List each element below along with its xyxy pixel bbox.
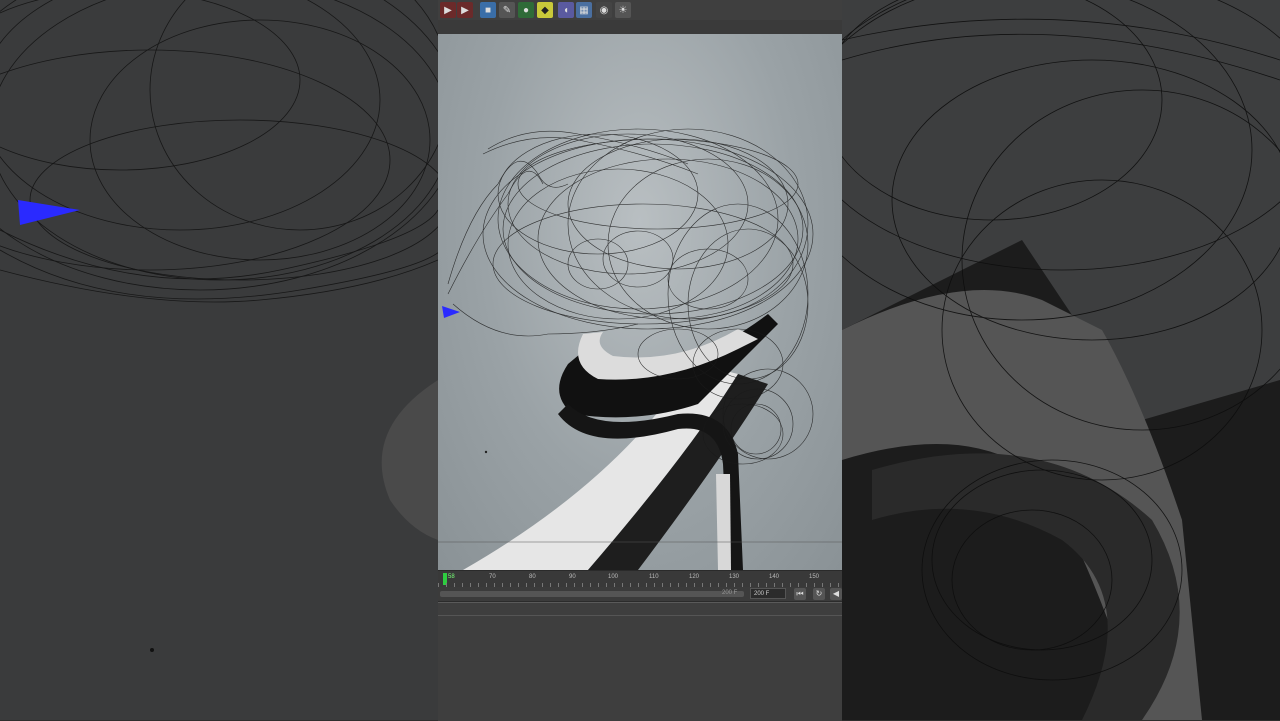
tick-label: 120 [689, 574, 700, 580]
pen-icon[interactable]: ✎ [499, 2, 515, 18]
floor-icon[interactable]: ▦ [576, 2, 592, 18]
frame-range-slider[interactable] [440, 591, 744, 597]
tick-label: 100 [608, 574, 619, 580]
playback-controls: 200 F 200 F ⏮ ↻ ◀ [438, 587, 842, 602]
tick-label: 130 [729, 574, 740, 580]
3d-viewport[interactable] [438, 34, 842, 570]
background-right-blur [842, 0, 1280, 720]
toolbar-separator [438, 20, 842, 35]
current-frame-label: 58 [448, 574, 455, 580]
viewport-scene [438, 128, 842, 570]
lower-panel [438, 602, 842, 721]
right-wire-illustration [842, 0, 1280, 720]
left-axis-marker-icon [18, 200, 80, 225]
camera-icon[interactable]: ◉ [596, 2, 612, 18]
go-to-start-icon[interactable]: ⏮ [794, 588, 806, 600]
render-settings-icon[interactable]: ▶ [457, 2, 473, 18]
end-frame-field[interactable]: 200 F [750, 588, 786, 599]
light-icon[interactable]: ☀ [615, 2, 631, 18]
range-end-field[interactable]: 200 F [722, 590, 737, 596]
loop-icon[interactable]: ↻ [813, 588, 825, 600]
render-view-icon[interactable]: ▶ [440, 2, 456, 18]
cloner-icon[interactable]: ◆ [537, 2, 553, 18]
panel-divider [438, 615, 842, 616]
tick-label: 80 [529, 574, 536, 580]
subdivision-icon[interactable]: ● [518, 2, 534, 18]
tick-label: 140 [769, 574, 780, 580]
tick-label: 110 [649, 574, 659, 580]
timeline-ruler[interactable]: 58 70 80 90 100 110 120 130 140 150 [438, 570, 842, 587]
cinema4d-window: ▶ ▶ ■ ✎ ● ◆ ◖ ▦ ◉ ☀ 58 70 80 90 100 110 … [438, 0, 842, 721]
play-backward-icon[interactable]: ◀ [830, 588, 842, 600]
left-wire-illustration [0, 0, 438, 652]
cube-icon[interactable]: ■ [480, 2, 496, 18]
background-left-blur [0, 0, 438, 720]
tick-label: 70 [489, 574, 496, 580]
deformer-icon[interactable]: ◖ [558, 2, 574, 18]
tick-label: 150 [809, 574, 820, 580]
main-toolbar: ▶ ▶ ■ ✎ ● ◆ ◖ ▦ ◉ ☀ [438, 0, 842, 20]
tick-label: 90 [569, 574, 576, 580]
